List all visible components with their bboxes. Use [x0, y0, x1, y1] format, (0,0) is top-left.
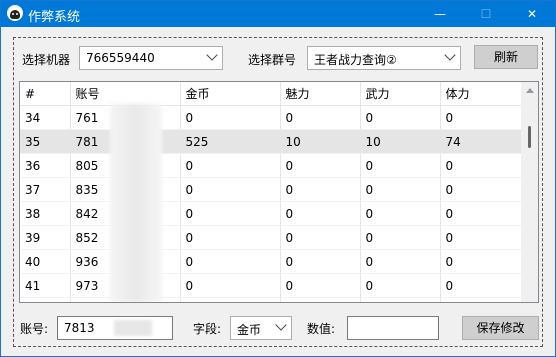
account-label: 账号: [20, 322, 49, 336]
table-row-selected[interactable]: 35 781 525 10 10 74 [20, 129, 523, 154]
table-cell: 525 [180, 129, 281, 154]
group-label: 选择群号 [248, 53, 297, 67]
table-row[interactable]: 41 973 0 0 0 0 [20, 273, 523, 298]
group-select[interactable]: 王者战力查询② [307, 46, 461, 70]
column-header[interactable]: 账号 [70, 82, 181, 106]
main-window: 作弊系统 — ☐ ✕ 选择机器 766559440 选择群号 王者战力查询② 刷… [0, 0, 556, 357]
table-cell: 0 [360, 153, 441, 178]
table-row[interactable]: 34 761 0 0 0 0 [20, 105, 523, 130]
table-cell: 10 [360, 129, 441, 154]
table-cell: 37 [20, 177, 71, 202]
table-cell: 0 [360, 177, 441, 202]
table-cell: 0 [360, 273, 441, 298]
group-select-value: 王者战力查询② [314, 53, 397, 67]
redacted-account-suffix [114, 320, 152, 336]
table-cell: 35 [20, 129, 71, 154]
table-cell: 0 [440, 177, 523, 202]
table-cell: 0 [440, 153, 523, 178]
table-cell: 34 [20, 105, 71, 130]
account-input[interactable]: 7813 [57, 316, 173, 340]
close-button[interactable]: ✕ [509, 1, 555, 27]
table-cell: 42 [20, 297, 71, 302]
table-row[interactable]: 40 936 0 0 0 0 [20, 249, 523, 274]
table-cell: 0 [440, 249, 523, 274]
column-header[interactable]: 体力 [440, 82, 523, 106]
table-row[interactable]: 37 835 0 0 0 0 [20, 177, 523, 202]
column-header[interactable]: 武力 [360, 82, 441, 106]
table-cell: 39 [20, 225, 71, 250]
table-cell: 74 [440, 129, 523, 154]
window-title: 作弊系统 [28, 10, 81, 25]
table-cell: 38 [20, 201, 71, 226]
table-cell: 0 [280, 249, 361, 274]
machine-select-value: 766559440 [86, 51, 155, 65]
table-cell: 36 [20, 153, 71, 178]
table-cell: 6 [280, 297, 361, 302]
refresh-button[interactable]: 刷新 [474, 45, 538, 69]
save-button[interactable]: 保存修改 [462, 316, 539, 340]
table-cell: 0 [440, 273, 523, 298]
table-header-row: # 账号 金币 魅力 武力 体力 [20, 82, 523, 106]
account-grid[interactable]: # 账号 金币 魅力 武力 体力 34 761 0 0 0 0 35 781 525 10 10 7… [19, 81, 539, 303]
column-header[interactable]: # [20, 82, 71, 106]
maximize-button[interactable]: ☐ [463, 1, 509, 27]
scroll-up-arrow-icon[interactable] [526, 88, 534, 93]
machine-label: 选择机器 [22, 53, 71, 67]
column-header[interactable]: 金币 [180, 82, 281, 106]
table-cell: 0 [180, 225, 281, 250]
minimize-button[interactable]: — [417, 1, 463, 27]
app-logo-icon [7, 5, 23, 21]
table-cell: 40 [20, 249, 71, 274]
table-cell: 0 [440, 201, 523, 226]
field-select-value: 金币 [237, 323, 262, 337]
table-row[interactable]: 36 805 0 0 0 0 [20, 153, 523, 178]
table-cell: 0 [180, 249, 281, 274]
column-header[interactable]: 魅力 [280, 82, 361, 106]
table-cell: 0 [280, 105, 361, 130]
table-cell: 0 [280, 177, 361, 202]
machine-select[interactable]: 766559440 [79, 46, 223, 70]
account-input-value: 7813 [64, 321, 95, 335]
scrollbar-thumb[interactable] [528, 126, 531, 148]
table-row[interactable]: 4298044561068 [20, 297, 523, 302]
table-cell: 10 [280, 129, 361, 154]
table-cell: 0 [280, 153, 361, 178]
table-cell: 0 [280, 201, 361, 226]
table-cell: 0 [440, 105, 523, 130]
chevron-down-icon [444, 49, 456, 61]
table-cell: 0 [180, 177, 281, 202]
field-label: 字段: [193, 322, 222, 336]
table-row[interactable]: 39 852 0 0 0 0 [20, 225, 523, 250]
table-cell: 0 [180, 273, 281, 298]
table-cell: 0 [360, 201, 441, 226]
table-cell: 0 [180, 105, 281, 130]
table-cell: 0 [440, 225, 523, 250]
table-row[interactable]: 38 842 0 0 0 0 [20, 201, 523, 226]
table-cell: 0 [280, 225, 361, 250]
field-select[interactable]: 金币 [230, 316, 292, 340]
table-cell: 0 [360, 249, 441, 274]
table-cell: 10 [360, 297, 441, 302]
table-cell: 0 [360, 225, 441, 250]
table-cell: 445 [180, 297, 281, 302]
chevron-down-icon [275, 319, 287, 331]
redacted-account-column [110, 104, 162, 302]
account-table: # 账号 金币 魅力 武力 体力 34 761 0 0 0 0 35 781 525 10 10 7… [20, 82, 523, 302]
table-cell: 68 [440, 297, 523, 302]
table-cell: 0 [180, 153, 281, 178]
table-cell: 0 [360, 105, 441, 130]
chevron-down-icon [206, 49, 218, 61]
value-input[interactable] [347, 316, 439, 340]
table-cell: 0 [180, 201, 281, 226]
vertical-scrollbar[interactable] [521, 82, 538, 302]
table-cell: 0 [280, 273, 361, 298]
table-cell: 41 [20, 273, 71, 298]
value-label: 数值: [307, 322, 336, 336]
title-bar: 作弊系统 — ☐ ✕ [1, 1, 555, 27]
